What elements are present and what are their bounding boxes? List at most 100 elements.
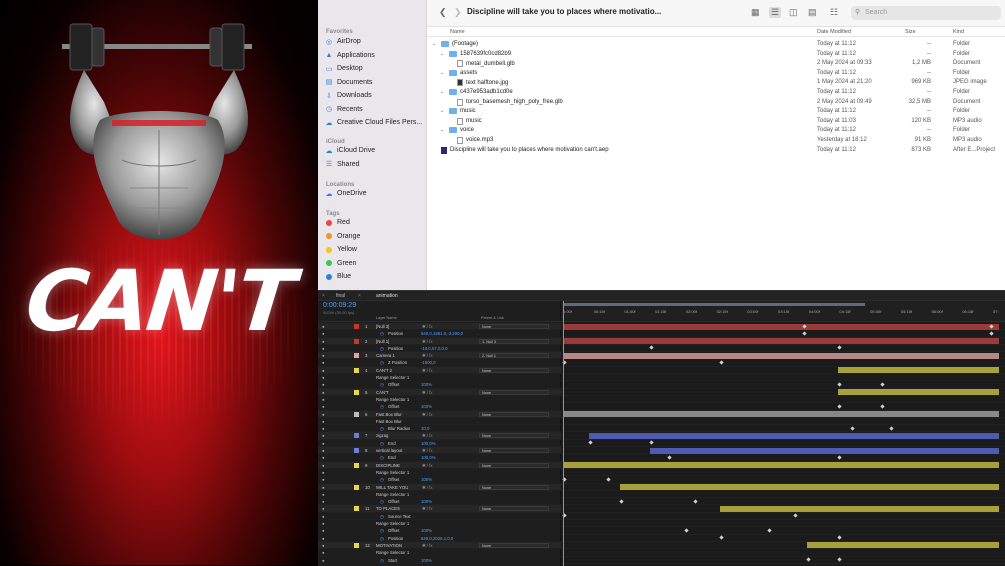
- property-row[interactable]: ● ◷ End 100,0%: [318, 454, 561, 462]
- sidebar-item-onedrive[interactable]: ☁ OneDrive: [325, 188, 425, 199]
- layer-name[interactable]: zigzag: [376, 433, 388, 438]
- property-value[interactable]: 100%: [421, 499, 432, 504]
- layer-label-color[interactable]: [354, 353, 359, 359]
- keyframe[interactable]: [588, 440, 593, 445]
- property-row[interactable]: ● ◷ Offset 100%: [318, 381, 561, 389]
- layer-switches[interactable]: ✱ / fx: [422, 433, 433, 439]
- layer-switches[interactable]: ✱ / fx: [422, 368, 433, 374]
- visibility-eye-icon[interactable]: ●: [322, 419, 325, 424]
- tab-final[interactable]: final: [336, 293, 345, 299]
- file-row[interactable]: Discipline will take you to places where…: [427, 146, 1005, 156]
- property-value[interactable]: -10,0,57,0,0,0: [421, 346, 448, 351]
- property-row[interactable]: ● ◷ Position -10,0,57,0,0,0: [318, 345, 561, 353]
- property-group-row[interactable]: ● Range Selector 1: [318, 374, 561, 382]
- disclosure-chevron-icon[interactable]: ⌄: [432, 41, 438, 47]
- layer-label-color[interactable]: [354, 324, 359, 329]
- layer-row[interactable]: ● 10 WILL TAKE YOU ✱ / fx None: [318, 483, 561, 491]
- property-value[interactable]: 100%: [421, 558, 432, 563]
- gallery-view-icon[interactable]: ▤: [808, 7, 817, 18]
- property-value[interactable]: 100,0%: [421, 455, 436, 460]
- column-name[interactable]: Name: [450, 29, 465, 35]
- visibility-eye-icon[interactable]: ●: [322, 463, 325, 468]
- property-value[interactable]: 10,0: [421, 426, 429, 431]
- property-row[interactable]: ● ◷ Offset 100%: [318, 476, 561, 484]
- property-value[interactable]: 100%: [421, 404, 432, 409]
- layer-label-color[interactable]: [354, 542, 359, 548]
- layer-switches[interactable]: ✱ / fx: [422, 339, 433, 345]
- close-icon[interactable]: ×: [322, 293, 325, 299]
- layer-row[interactable]: ● 8 vertical layout ✱ / fx None: [318, 447, 561, 455]
- file-row[interactable]: ⌄ voice Today at 11:12 -- Folder: [427, 126, 1005, 136]
- layer-switches[interactable]: ✱ / fx: [422, 448, 433, 454]
- visibility-eye-icon[interactable]: ●: [322, 360, 325, 365]
- visibility-eye-icon[interactable]: ●: [322, 404, 325, 409]
- tag-green[interactable]: Green: [325, 258, 425, 269]
- layer-name[interactable]: TO PLACES: [376, 506, 400, 511]
- layer-switches[interactable]: ✱ / fx: [422, 485, 433, 491]
- stopwatch-icon[interactable]: ◷: [380, 514, 384, 520]
- close-icon[interactable]: ×: [358, 293, 361, 299]
- layer-duration-bar[interactable]: [563, 338, 999, 345]
- layer-row[interactable]: ● 4 CAN'T 2 ✱ / fx None: [318, 366, 561, 375]
- visibility-eye-icon[interactable]: ●: [322, 375, 325, 380]
- layer-row[interactable]: ● 5 CAN'T ✱ / fx None: [318, 388, 561, 396]
- file-row[interactable]: metal_dumbell.glb 2 May 2024 at 09:33 1,2 …: [427, 59, 1005, 69]
- sidebar-item-creative-cloud-files-pers[interactable]: ☁ Creative Cloud Files Pers...: [325, 117, 425, 128]
- property-row[interactable]: ● ◷ Offset 100%: [318, 403, 561, 411]
- layer-switches[interactable]: ✱ / fx: [422, 543, 433, 549]
- layer-name[interactable]: WILL TAKE YOU: [376, 485, 408, 490]
- layer-label-color[interactable]: [354, 462, 359, 468]
- layer-duration-bar[interactable]: [589, 432, 999, 439]
- sidebar-item-applications[interactable]: ▲ Applications: [325, 50, 425, 61]
- layer-row[interactable]: ● 1 [Null 3] ✱ / fx None: [318, 323, 561, 331]
- property-group-row[interactable]: ● Range Selector 1: [318, 491, 561, 499]
- visibility-eye-icon[interactable]: ●: [322, 412, 325, 417]
- layer-duration-bar[interactable]: [650, 447, 999, 454]
- layer-row[interactable]: ● 6 Fast Box Blur ✱ / fx None: [318, 410, 561, 418]
- parent-dropdown[interactable]: None: [479, 433, 549, 439]
- sidebar-item-shared[interactable]: ☰ Shared: [325, 159, 425, 170]
- property-value[interactable]: 100,0%: [421, 441, 436, 446]
- parent-dropdown[interactable]: None: [479, 462, 549, 468]
- keyframe[interactable]: [605, 477, 611, 482]
- property-group-row[interactable]: ● Range Selector 1: [318, 396, 561, 404]
- visibility-eye-icon[interactable]: ●: [322, 324, 325, 329]
- property-row[interactable]: ● ◷ Position 540,0,1961,0,-3,200,0: [318, 330, 561, 338]
- parent-dropdown[interactable]: None: [479, 411, 549, 417]
- column-size[interactable]: Size: [905, 29, 916, 35]
- visibility-eye-icon[interactable]: ●: [322, 441, 325, 446]
- property-group-row[interactable]: ● Range Selector 1: [318, 549, 561, 557]
- parent-dropdown[interactable]: 2. Null 1: [479, 353, 549, 359]
- stopwatch-icon[interactable]: ◷: [380, 360, 384, 366]
- search-field[interactable]: ⚲ Search: [851, 6, 1001, 20]
- stopwatch-icon[interactable]: ◷: [380, 499, 384, 505]
- visibility-eye-icon[interactable]: ●: [322, 558, 325, 563]
- icon-view-icon[interactable]: ▦: [751, 7, 760, 18]
- disclosure-chevron-icon[interactable]: ⌄: [440, 89, 446, 95]
- layer-duration-bar[interactable]: [563, 462, 999, 469]
- column-kind[interactable]: Kind: [953, 29, 964, 35]
- keyframe[interactable]: [880, 404, 885, 409]
- visibility-eye-icon[interactable]: ●: [322, 536, 325, 541]
- keyframe[interactable]: [719, 535, 724, 540]
- property-row[interactable]: ● ◷ Position 540,0,2026,1,0,0: [318, 535, 561, 542]
- layer-switches[interactable]: ✱ / fx: [422, 463, 433, 469]
- layer-label-color[interactable]: [354, 389, 359, 395]
- layer-name[interactable]: [Null 1]: [376, 339, 389, 344]
- visibility-eye-icon[interactable]: ●: [322, 499, 325, 504]
- visibility-eye-icon[interactable]: ●: [322, 455, 325, 460]
- layer-duration-bar[interactable]: [719, 505, 999, 512]
- layer-row[interactable]: ● 3 Camera 1 ✱ / fx 2. Null 1: [318, 352, 561, 360]
- visibility-eye-icon[interactable]: ●: [322, 353, 325, 358]
- sidebar-item-downloads[interactable]: ⇩ Downloads: [325, 90, 425, 101]
- parent-dropdown[interactable]: None: [479, 542, 549, 548]
- layer-duration-bar[interactable]: [837, 367, 999, 374]
- file-row[interactable]: ⌄ (Footage) Today at 11:12 -- Folder: [427, 40, 1005, 50]
- property-row[interactable]: ● ◷ Offset 100%: [318, 527, 561, 535]
- group-icon[interactable]: ☷: [830, 7, 838, 18]
- stopwatch-icon[interactable]: ◷: [380, 404, 384, 410]
- visibility-eye-icon[interactable]: ●: [322, 346, 325, 351]
- layer-switches[interactable]: ✱ / fx: [422, 506, 433, 512]
- sidebar-item-documents[interactable]: ▤ Documents: [325, 77, 425, 88]
- layer-name[interactable]: CAN'T 2: [376, 368, 392, 373]
